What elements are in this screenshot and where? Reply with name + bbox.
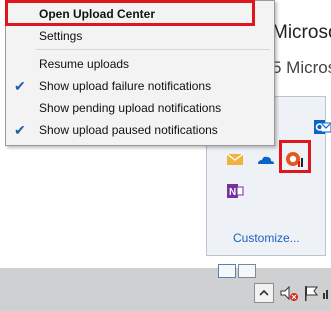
menu-item-label: Show upload paused notifications <box>39 123 218 137</box>
outlook-icon[interactable] <box>313 117 331 137</box>
checkmark-icon: ✔ <box>14 78 26 94</box>
menu-item-show-upload-failure-notifications[interactable]: ✔ Show upload failure notifications <box>6 75 272 97</box>
chevron-up-icon <box>259 289 269 296</box>
checkmark-icon: ✔ <box>14 122 26 138</box>
screenshot-stage: Microso 5 Microso <box>0 0 331 311</box>
menu-item-label: Show upload failure notifications <box>39 79 212 93</box>
speaker-muted-icon[interactable] <box>279 283 299 303</box>
onenote-icon[interactable]: N <box>225 181 245 201</box>
view-toggle-button[interactable] <box>238 264 256 278</box>
menu-item-show-pending-upload-notifications[interactable]: Show pending upload notifications <box>6 97 272 119</box>
menu-item-resume-uploads[interactable]: Resume uploads <box>6 53 272 75</box>
open-upload-center-highlight-box <box>5 0 255 26</box>
mail-icon[interactable] <box>225 149 245 169</box>
menu-item-label: Show pending upload notifications <box>39 101 222 115</box>
upload-icon-highlight-box <box>279 140 311 173</box>
menu-item-label: Settings <box>39 29 83 43</box>
background-window-subtitle: 5 Microso <box>272 58 331 77</box>
menu-item-settings[interactable]: Settings <box>6 25 272 47</box>
onedrive-icon[interactable] <box>255 149 275 169</box>
view-toggle-button[interactable] <box>218 264 236 278</box>
show-hidden-icons-button[interactable] <box>254 283 274 303</box>
background-window-title: Microso <box>272 22 331 43</box>
svg-text:N: N <box>229 187 236 198</box>
menu-separator <box>36 49 270 50</box>
network-icon[interactable] <box>322 283 331 303</box>
customize-link[interactable]: Customize... <box>233 231 300 245</box>
menu-item-show-upload-paused-notifications[interactable]: ✔ Show upload paused notifications <box>6 119 272 141</box>
menu-item-label: Resume uploads <box>39 57 130 71</box>
action-center-flag-icon[interactable] <box>302 283 320 303</box>
